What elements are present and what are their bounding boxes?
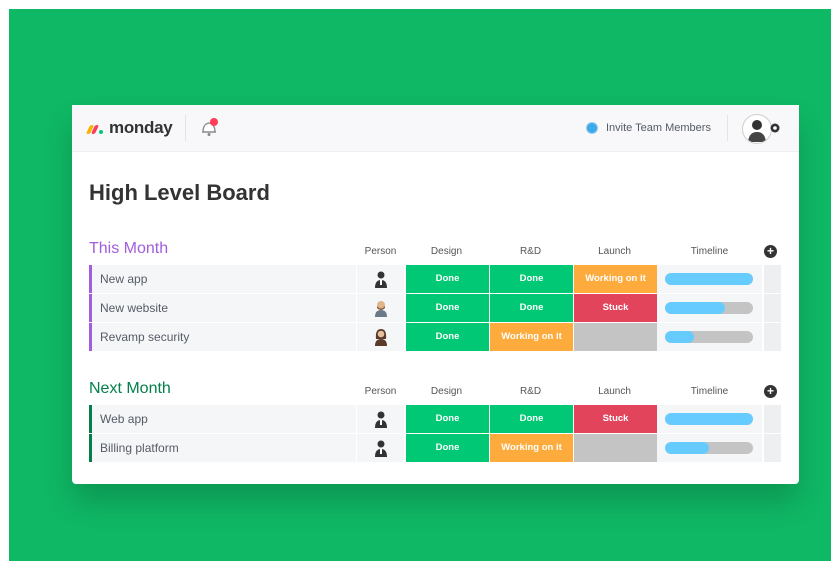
timeline-fill	[665, 442, 709, 454]
timeline-cell[interactable]	[657, 294, 762, 322]
status-launch[interactable]: Working on it	[574, 265, 657, 293]
column-header-launch: Launch	[598, 386, 631, 397]
add-column-icon[interactable]: +	[764, 245, 777, 258]
timeline-cell[interactable]	[657, 265, 762, 293]
table-row[interactable]: Billing platform Done Working on it	[89, 434, 781, 462]
status-rnd[interactable]: Working on it	[490, 323, 573, 351]
empty-cell[interactable]	[764, 265, 781, 293]
column-header-design: Design	[430, 386, 463, 397]
status-design[interactable]: Done	[406, 405, 489, 433]
divider	[727, 115, 728, 141]
empty-cell[interactable]	[764, 323, 781, 351]
timeline-fill	[665, 302, 725, 314]
item-name: Revamp security	[100, 330, 190, 344]
item-name: Billing platform	[100, 441, 179, 455]
column-header-timeline: Timeline	[690, 246, 729, 257]
empty-cell[interactable]	[764, 434, 781, 462]
board-title: High Level Board	[89, 180, 270, 205]
person-dark-icon	[375, 440, 387, 457]
add-column-icon[interactable]: +	[764, 385, 777, 398]
empty-cell[interactable]	[764, 405, 781, 433]
timeline-fill	[665, 413, 753, 425]
group-color-bar	[89, 294, 92, 322]
name-cell[interactable]: Billing platform	[89, 434, 356, 462]
group-title[interactable]: This Month	[89, 240, 168, 258]
item-name: Web app	[100, 412, 148, 426]
person-dark-icon	[375, 271, 387, 288]
name-cell[interactable]: New app	[89, 265, 356, 293]
divider	[185, 115, 186, 141]
timeline-bar	[665, 331, 753, 343]
board-window: monday Invite Team Members High Level Bo…	[72, 105, 799, 484]
person-cell[interactable]	[357, 294, 404, 322]
top-bar: monday Invite Team Members	[72, 105, 799, 152]
column-header-timeline: Timeline	[690, 386, 729, 397]
person-cell[interactable]	[357, 405, 404, 433]
empty-cell[interactable]	[764, 294, 781, 322]
group-color-bar	[89, 323, 92, 351]
status-rnd[interactable]: Working on it	[490, 434, 573, 462]
timeline-bar	[665, 413, 753, 425]
timeline-bar	[665, 442, 753, 454]
person-beard-icon	[375, 301, 387, 317]
status-launch[interactable]	[574, 434, 657, 462]
status-design[interactable]: Done	[406, 323, 489, 351]
invite-icon	[586, 122, 598, 134]
name-cell[interactable]: Revamp security	[89, 323, 356, 351]
invite-label: Invite Team Members	[606, 122, 711, 134]
status-rnd[interactable]: Done	[490, 265, 573, 293]
notification-bell-icon[interactable]	[199, 117, 219, 139]
status-launch[interactable]: Stuck	[574, 294, 657, 322]
table-row[interactable]: Revamp security Done Working on it	[89, 323, 781, 351]
table-row[interactable]: New app Done Done Working on it	[89, 265, 781, 293]
person-cell[interactable]	[357, 434, 404, 462]
column-header-launch: Launch	[598, 246, 631, 257]
group-color-bar	[89, 405, 92, 433]
item-name: New app	[100, 272, 148, 286]
user-avatar-icon[interactable]	[742, 114, 772, 144]
column-header-person: Person	[364, 386, 397, 397]
person-cell[interactable]	[357, 323, 404, 351]
table-row[interactable]: New website Done Done Stuck	[89, 294, 781, 322]
status-launch[interactable]	[574, 323, 657, 351]
invite-team-members-button[interactable]: Invite Team Members	[586, 120, 711, 136]
name-cell[interactable]: Web app	[89, 405, 356, 433]
group-color-bar	[89, 434, 92, 462]
timeline-cell[interactable]	[657, 434, 762, 462]
status-design[interactable]: Done	[406, 265, 489, 293]
person-dark-icon	[375, 411, 387, 428]
gear-icon[interactable]	[770, 123, 780, 133]
status-design[interactable]: Done	[406, 434, 489, 462]
person-hair-icon	[375, 329, 387, 346]
monday-logo-icon	[85, 122, 106, 134]
person-cell[interactable]	[357, 265, 404, 293]
timeline-bar	[665, 273, 753, 285]
column-header-person: Person	[364, 246, 397, 257]
monday-logo[interactable]: monday	[85, 118, 173, 138]
status-rnd[interactable]: Done	[490, 405, 573, 433]
name-cell[interactable]: New website	[89, 294, 356, 322]
timeline-cell[interactable]	[657, 323, 762, 351]
timeline-cell[interactable]	[657, 405, 762, 433]
timeline-fill	[665, 273, 753, 285]
green-background: monday Invite Team Members High Level Bo…	[9, 9, 831, 561]
status-rnd[interactable]: Done	[490, 294, 573, 322]
group-color-bar	[89, 265, 92, 293]
group-title[interactable]: Next Month	[89, 380, 171, 398]
status-design[interactable]: Done	[406, 294, 489, 322]
timeline-fill	[665, 331, 695, 343]
status-launch[interactable]: Stuck	[574, 405, 657, 433]
timeline-bar	[665, 302, 753, 314]
column-header-design: Design	[430, 246, 463, 257]
logo-text: monday	[109, 118, 173, 137]
column-header-rnd: R&D	[519, 246, 542, 257]
table-row[interactable]: Web app Done Done Stuck	[89, 405, 781, 433]
item-name: New website	[100, 301, 169, 315]
column-header-rnd: R&D	[519, 386, 542, 397]
